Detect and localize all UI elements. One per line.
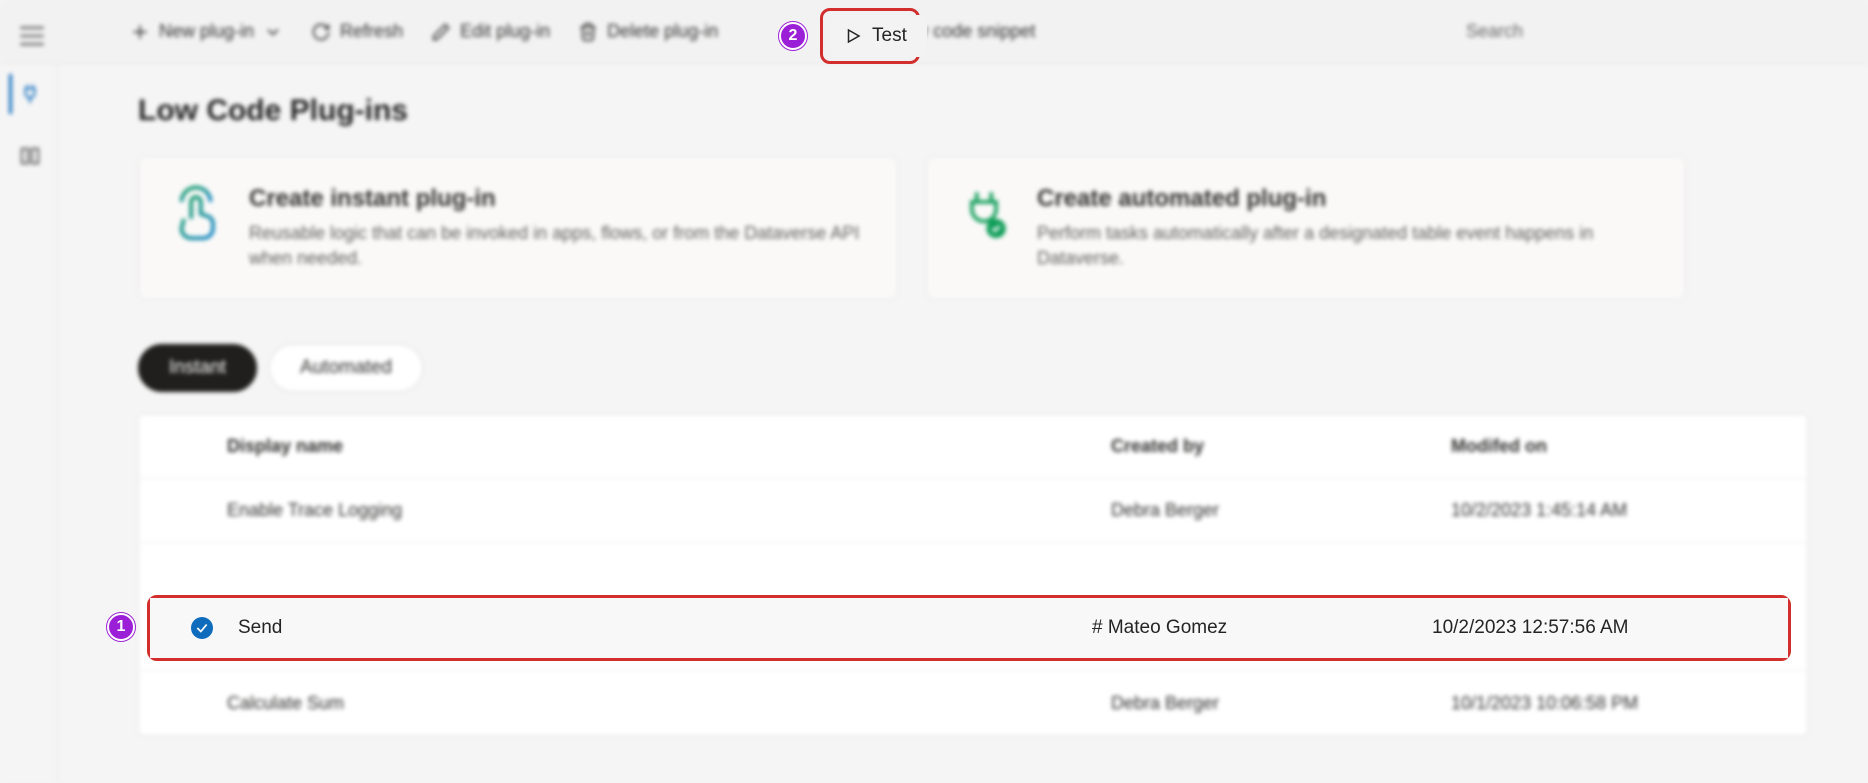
- col-created-by[interactable]: Created by: [1111, 436, 1451, 457]
- cell-modified: 10/2/2023 12:57:56 AM: [1432, 617, 1772, 639]
- cell-created: Debra Berger: [1111, 693, 1451, 714]
- refresh-button[interactable]: Refresh: [297, 12, 417, 51]
- command-bar: New plug-in Refresh Edit plug-in Delete …: [0, 0, 1868, 64]
- tab-instant[interactable]: Instant: [138, 344, 257, 392]
- plus-icon: [130, 22, 150, 42]
- edit-plugin-label: Edit plug-in: [460, 21, 550, 42]
- chevron-down-icon: [263, 22, 283, 42]
- cell-name: Calculate Sum: [227, 693, 1111, 714]
- refresh-icon: [311, 22, 331, 42]
- rail-library-icon[interactable]: [9, 136, 49, 176]
- plug-auto-icon: [955, 185, 1013, 243]
- delete-plugin-label: Delete plug-in: [607, 21, 718, 42]
- col-display-name[interactable]: Display name: [227, 436, 1111, 457]
- edit-plugin-button[interactable]: Edit plug-in: [417, 12, 564, 51]
- hamburger-menu-icon[interactable]: [18, 22, 46, 42]
- row-selected-check-icon[interactable]: [191, 617, 213, 639]
- annotation-dot-1: 1: [107, 613, 135, 641]
- test-label: Test: [872, 25, 907, 47]
- table-row[interactable]: Calculate Sum Debra Berger 10/1/2023 10:…: [139, 671, 1807, 735]
- trash-icon: [578, 22, 598, 42]
- search-input[interactable]: [1450, 9, 1850, 54]
- cell-name: Enable Trace Logging: [227, 500, 1111, 521]
- hand-tap-icon: [167, 185, 225, 243]
- cell-modified: 10/1/2023 10:06:58 PM: [1451, 693, 1791, 714]
- cell-created: # Mateo Gomez: [1092, 617, 1432, 639]
- page-title: Low Code Plug-ins: [138, 94, 1808, 128]
- cell-modified: 10/2/2023 1:45:14 AM: [1451, 500, 1791, 521]
- left-rail: [0, 64, 58, 783]
- annotation-dot-2: 2: [779, 22, 807, 50]
- tab-automated[interactable]: Automated: [269, 344, 423, 392]
- new-plugin-button[interactable]: New plug-in: [116, 12, 297, 51]
- test-button[interactable]: Test: [830, 15, 927, 57]
- instant-card-title: Create instant plug-in: [249, 185, 869, 213]
- delete-plugin-button[interactable]: Delete plug-in: [564, 12, 732, 51]
- create-automated-card[interactable]: Create automated plug-in Perform tasks a…: [926, 156, 1686, 300]
- automated-card-title: Create automated plug-in: [1037, 185, 1657, 213]
- instant-card-desc: Reusable logic that can be invoked in ap…: [249, 221, 869, 271]
- new-plugin-label: New plug-in: [159, 21, 254, 42]
- create-instant-card[interactable]: Create instant plug-in Reusable logic th…: [138, 156, 898, 300]
- automated-card-desc: Perform tasks automatically after a desi…: [1037, 221, 1657, 271]
- pencil-icon: [431, 22, 451, 42]
- main-content: Low Code Plug-ins Create instant plug-in…: [58, 64, 1868, 783]
- table-row[interactable]: Enable Trace Logging Debra Berger 10/2/2…: [139, 479, 1807, 543]
- play-icon: [844, 27, 862, 45]
- table-row-selected[interactable]: Send # Mateo Gomez 10/2/2023 12:57:56 AM: [150, 598, 1788, 658]
- cell-created: Debra Berger: [1111, 500, 1451, 521]
- plugin-grid: Display name Created by Modifed on Enabl…: [138, 414, 1808, 736]
- rail-plugins-icon[interactable]: [9, 74, 49, 114]
- refresh-label: Refresh: [340, 21, 403, 42]
- cell-name: Send: [238, 617, 1092, 639]
- col-modified-on[interactable]: Modifed on: [1451, 436, 1791, 457]
